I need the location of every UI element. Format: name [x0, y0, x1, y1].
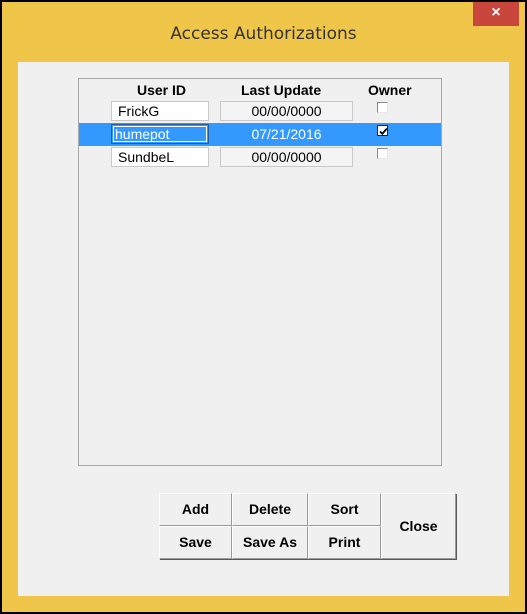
- save-button[interactable]: Save: [159, 526, 232, 559]
- owner-checkbox[interactable]: [377, 148, 388, 159]
- window-title: Access Authorizations: [170, 24, 357, 44]
- user-id-field[interactable]: humepot: [111, 124, 209, 144]
- last-update-field: 00/00/0000: [220, 101, 353, 121]
- user-id-field[interactable]: FrickG: [111, 101, 209, 121]
- sort-button[interactable]: Sort: [308, 493, 381, 526]
- user-id-field[interactable]: SundbeL: [111, 147, 209, 167]
- table-row-selected[interactable]: humepot 07/21/2016: [79, 123, 441, 146]
- last-update-field: 07/21/2016: [220, 124, 353, 144]
- owner-checkbox[interactable]: [377, 125, 388, 136]
- close-button[interactable]: Close: [381, 493, 456, 559]
- print-button[interactable]: Print: [308, 526, 381, 559]
- delete-button[interactable]: Delete: [232, 493, 308, 526]
- window-close-icon[interactable]: ×: [473, 2, 519, 26]
- owner-checkbox[interactable]: [377, 102, 388, 113]
- window-frame: Access Authorizations × User ID Last Upd…: [2, 2, 525, 612]
- header-user-id: User ID: [137, 82, 187, 98]
- table-row[interactable]: SundbeL 00/00/0000: [79, 146, 441, 169]
- table-row[interactable]: FrickG 00/00/0000: [79, 100, 441, 123]
- checkmark-icon: [379, 128, 388, 136]
- header-last-update: Last Update: [241, 82, 322, 98]
- save-as-button[interactable]: Save As: [232, 526, 308, 559]
- last-update-field: 00/00/0000: [220, 147, 353, 167]
- dialog-client-area: User ID Last Update Owner FrickG 00/00/0…: [18, 62, 509, 596]
- access-authorizations-window: Access Authorizations × User ID Last Upd…: [0, 0, 527, 614]
- add-button[interactable]: Add: [159, 493, 232, 526]
- title-bar[interactable]: Access Authorizations ×: [2, 2, 525, 62]
- header-owner: Owner: [368, 82, 412, 98]
- authorizations-list: User ID Last Update Owner FrickG 00/00/0…: [78, 78, 442, 466]
